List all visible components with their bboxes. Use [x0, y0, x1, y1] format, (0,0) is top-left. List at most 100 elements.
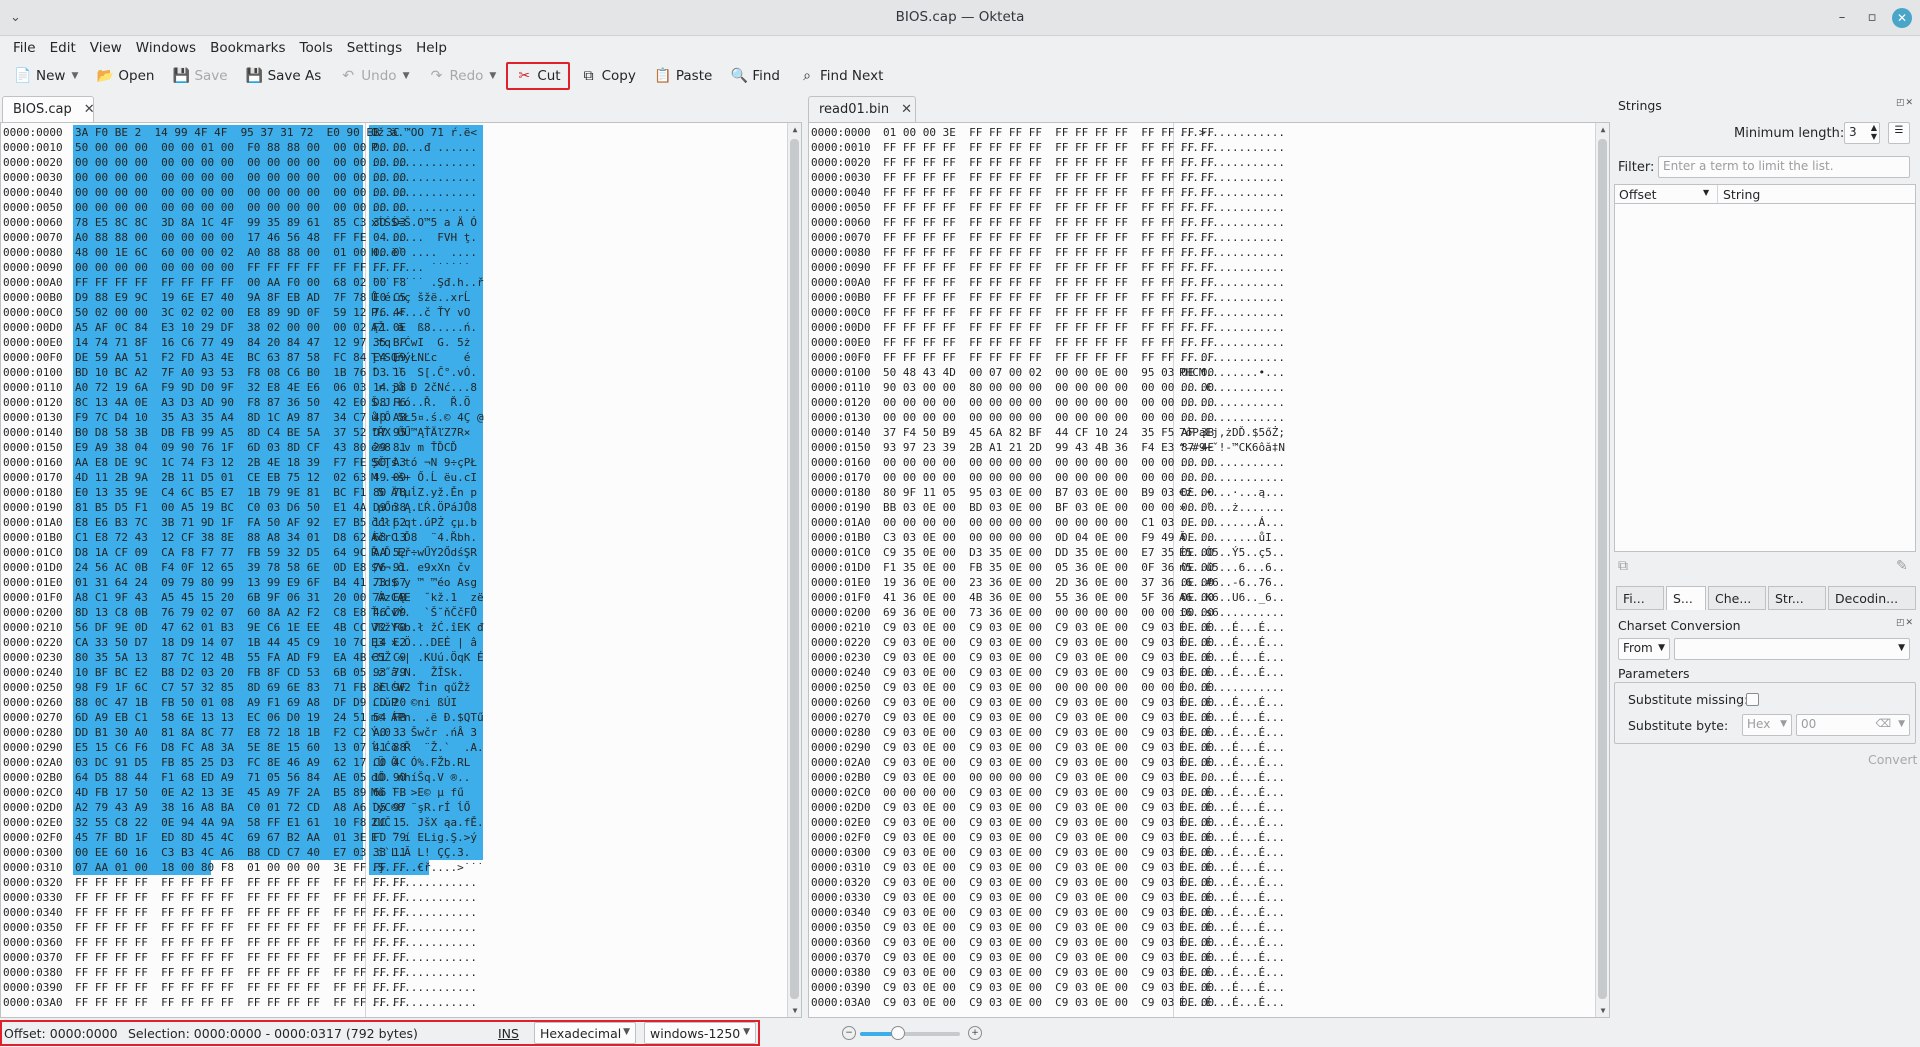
min-length-spinbox[interactable]: 3 ▲ ▼	[1844, 122, 1880, 144]
row-bytes[interactable]: 8C 13 4A 0E A3 D3 AD 90 F8 87 36 50 42 E…	[75, 395, 406, 410]
close-icon[interactable]: ✕	[1892, 8, 1912, 28]
row-bytes[interactable]: 81 B5 D5 F1 00 A5 19 BC C0 03 D6 50 E1 4…	[75, 500, 406, 515]
hex-row[interactable]: 0000:0170 4D 11 2B 9A 2B 11 D5 01 CE EB 7…	[1, 470, 791, 485]
hex-row[interactable]: 0000:0190 81 B5 D5 F1 00 A5 19 BC C0 03 D…	[1, 500, 791, 515]
row-bytes[interactable]: E9 A9 38 04 09 90 76 1F 6D 03 8D CF 43 8…	[75, 440, 406, 455]
hex-row[interactable]: 0000:0330 C9 03 0E 00 C9 03 0E 00 C9 03 0…	[809, 890, 1599, 905]
row-chars[interactable]: ˝ .˘ˇ S[.Č°.vÓ.	[371, 365, 477, 380]
row-chars[interactable]: ................	[371, 905, 477, 920]
row-chars[interactable]: ................	[1179, 215, 1285, 230]
row-bytes[interactable]: 00 00 00 00 00 00 00 00 00 00 00 00 00 0…	[75, 170, 406, 185]
convert-button[interactable]: Convert	[1868, 752, 1917, 767]
row-bytes[interactable]: FF FF FF FF FF FF FF FF FF FF FF FF FF F…	[75, 995, 406, 1010]
row-chars[interactable]: É...É...É...É...	[1179, 800, 1285, 815]
scroll-thumb[interactable]	[1598, 139, 1607, 999]
hex-row[interactable]: 0000:0340 FF FF FF FF FF FF FF FF FF FF F…	[1, 905, 791, 920]
hex-row[interactable]: 0000:01B0 C3 03 0E 00 00 00 00 00 0D 04 0…	[809, 530, 1599, 545]
row-chars[interactable]: ˘yC©8 ¨şR.rÍ ĺŐ	[371, 800, 470, 815]
hex-row[interactable]: 0000:0130 F9 7C D4 10 35 A3 35 A4 8D 1C A…	[1, 410, 791, 425]
row-chars[interactable]: ................	[1179, 320, 1285, 335]
row-bytes[interactable]: FF FF FF FF FF FF FF FF FF FF FF FF FF F…	[75, 905, 406, 920]
row-chars[interactable]: ............Á...	[1179, 515, 1285, 530]
row-bytes[interactable]: FF FF FF FF FF FF FF FF FF FF FF FF FF F…	[883, 170, 1214, 185]
hex-row[interactable]: 0000:0160 00 00 00 00 00 00 00 00 00 00 0…	[809, 455, 1599, 470]
hex-row[interactable]: 0000:02E0 C9 03 0E 00 C9 03 0E 00 C9 03 0…	[809, 815, 1599, 830]
string-column-header[interactable]: String	[1723, 187, 1760, 202]
hex-row[interactable]: 0000:00A0 FF FF FF FF FF FF FF FF FF FF F…	[809, 275, 1599, 290]
row-bytes[interactable]: 8D 13 C8 0B 76 79 02 07 60 8A A2 F2 C8 E…	[75, 605, 406, 620]
menu-view[interactable]: View	[83, 36, 129, 60]
row-chars[interactable]: é©8 .v m ŤĎCĎ	[371, 440, 470, 455]
row-chars[interactable]: Ů é.nç šžë..xrĹ	[371, 290, 470, 305]
row-chars[interactable]: °ŘX ŰŰ™ĄŤÄľZ7R×	[371, 425, 470, 440]
row-chars[interactable]: É...É...É...É...	[1179, 635, 1285, 650]
row-bytes[interactable]: C9 03 0E 00 C9 03 0E 00 C9 03 0E 00 C9 0…	[883, 650, 1214, 665]
row-bytes[interactable]: F1 35 0E 00 FB 35 0E 00 05 36 0E 00 0F 3…	[883, 560, 1214, 575]
row-bytes[interactable]: FF FF FF FF FF FF FF FF FF FF FF FF FF F…	[883, 335, 1214, 350]
row-bytes[interactable]: FF FF FF FF FF FF FF FF FF FF FF FF FF F…	[75, 935, 406, 950]
row-bytes[interactable]: C9 03 0E 00 C9 03 0E 00 C9 03 0E 00 C9 0…	[883, 695, 1214, 710]
hex-row[interactable]: 0000:0130 00 00 00 00 00 00 00 00 00 00 0…	[809, 410, 1599, 425]
row-bytes[interactable]: CA 33 50 D7 18 D9 14 07 1B 44 45 C9 10 7…	[75, 635, 406, 650]
row-bytes[interactable]: C9 03 0E 00 C9 03 0E 00 C9 03 0E 00 C9 0…	[883, 980, 1214, 995]
maximize-icon[interactable]: ▫	[1862, 8, 1882, 28]
row-bytes[interactable]: 00 00 00 00 00 00 00 00 00 00 00 00 00 0…	[75, 185, 406, 200]
row-chars[interactable]: ................	[371, 965, 477, 980]
row-chars[interactable]: É...É...É...É...	[1179, 845, 1285, 860]
row-bytes[interactable]: 00 00 00 00 00 00 00 00 00 00 00 00 C1 0…	[883, 515, 1214, 530]
row-chars[interactable]: M .+š+ Ő.Ĺ ëu.cI	[371, 470, 477, 485]
row-bytes[interactable]: 80 9F 11 05 95 03 0E 00 B7 03 0E 00 B9 0…	[883, 485, 1214, 500]
row-chars[interactable]: ....€...........	[1179, 380, 1285, 395]
zoom-slider[interactable]	[860, 1026, 960, 1040]
hex-row[interactable]: 0000:0030 FF FF FF FF FF FF FF FF FF FF F…	[809, 170, 1599, 185]
hex-row[interactable]: 0000:0360 C9 03 0E 00 C9 03 0E 00 C9 03 0…	[809, 935, 1599, 950]
row-bytes[interactable]: 14 74 71 8F 16 C6 77 49 84 20 84 47 12 9…	[75, 335, 406, 350]
tab-read01-bin[interactable]: read01.bin ✕	[808, 96, 916, 122]
row-bytes[interactable]: C9 03 0E 00 C9 03 0E 00 C9 03 0E 00 C9 0…	[883, 965, 1214, 980]
hex-row[interactable]: 0000:0280 C9 03 0E 00 C9 03 0E 00 C9 03 0…	[809, 725, 1599, 740]
hex-row[interactable]: 0000:0240 C9 03 0E 00 C9 03 0E 00 C9 03 0…	[809, 665, 1599, 680]
hex-row[interactable]: 0000:0110 A0 72 19 6A F9 9D D0 9F 32 E8 4…	[1, 380, 791, 395]
close-tab-icon[interactable]: ✕	[901, 102, 912, 117]
zoom-slider-handle[interactable]	[891, 1026, 905, 1040]
row-bytes[interactable]: 64 D5 88 44 F1 68 ED A9 71 05 56 84 AE 0…	[75, 770, 406, 785]
byte-format-select[interactable]: Hex ▼	[1742, 714, 1792, 736]
row-chars[interactable]: É...É...É...É...	[1179, 950, 1285, 965]
menu-help[interactable]: Help	[409, 36, 454, 60]
row-chars[interactable]: ................	[371, 185, 477, 200]
row-chars[interactable]: ................	[1179, 230, 1285, 245]
row-chars[interactable]: E˘ ˝ í ELig.Ş.>ý	[371, 830, 477, 845]
row-bytes[interactable]: 24 56 AC 0B F4 0F 12 65 39 78 58 6E 0D E…	[75, 560, 406, 575]
hex-row[interactable]: 0000:0140 37 F4 50 B9 45 6A 82 BF 44 CF 1…	[809, 425, 1599, 440]
row-chars[interactable]: ů|Ô 5Ł5¤.ś.© 4Ç @	[371, 410, 484, 425]
row-bytes[interactable]: C9 03 0E 00 00 00 00 00 C9 03 0E 00 C9 0…	[883, 770, 1214, 785]
hex-row[interactable]: 0000:0110 90 03 00 00 80 00 00 00 00 00 0…	[809, 380, 1599, 395]
row-bytes[interactable]: 93 97 23 39 2B A1 21 2D 99 43 4B 36 F4 E…	[883, 440, 1214, 455]
row-bytes[interactable]: 88 0C 47 1B FB 50 01 08 A9 F1 69 A8 DF D…	[75, 695, 406, 710]
row-bytes[interactable]: FF FF FF FF FF FF FF FF 00 AA F0 00 68 0…	[75, 275, 406, 290]
hex-row[interactable]: 0000:00E0 FF FF FF FF FF FF FF FF FF FF F…	[809, 335, 1599, 350]
row-bytes[interactable]: BD 10 BC A2 7F A0 93 53 F8 08 C6 B0 1B 7…	[75, 365, 406, 380]
zoom-out-icon[interactable]: −	[842, 1026, 856, 1040]
row-chars[interactable]: ................	[1179, 290, 1285, 305]
row-chars[interactable]: ................	[1179, 170, 1285, 185]
row-bytes[interactable]: FF FF FF FF FF FF FF FF FF FF FF FF FF F…	[883, 200, 1214, 215]
hex-row[interactable]: 0000:00A0 FF FF FF FF FF FF FF FF 00 AA F…	[1, 275, 791, 290]
row-chars[interactable]: ...>............	[1179, 125, 1285, 140]
row-bytes[interactable]: C9 03 0E 00 C9 03 0E 00 C9 03 0E 00 C9 0…	[883, 845, 1214, 860]
hex-row[interactable]: 0000:0090 FF FF FF FF FF FF FF FF FF FF F…	[809, 260, 1599, 275]
hex-row[interactable]: 0000:03A0 C9 03 0E 00 C9 03 0E 00 C9 03 0…	[809, 995, 1599, 1010]
row-chars[interactable]: ................	[1179, 335, 1285, 350]
hex-row[interactable]: 0000:00D0 FF FF FF FF FF FF FF FF FF FF F…	[809, 320, 1599, 335]
row-bytes[interactable]: 01 00 00 3E FF FF FF FF FF FF FF FF FF F…	[883, 125, 1214, 140]
hex-row[interactable]: 0000:0310 C9 03 0E 00 C9 03 0E 00 C9 03 0…	[809, 860, 1599, 875]
hex-row[interactable]: 0000:0210 C9 03 0E 00 C9 03 0E 00 C9 03 0…	[809, 620, 1599, 635]
row-chars[interactable]: 5 ÄlµĺZ.yž.Ěn p	[371, 485, 477, 500]
row-chars[interactable]: ................	[371, 920, 477, 935]
row-chars[interactable]: É...É...É...É...	[1179, 695, 1285, 710]
row-bytes[interactable]: C9 03 0E 00 C9 03 0E 00 C9 03 0E 00 C9 0…	[883, 950, 1214, 965]
hex-row[interactable]: 0000:0220 CA 33 50 D7 18 D9 14 07 1B 44 4…	[1, 635, 791, 650]
row-bytes[interactable]: FF FF FF FF FF FF FF FF FF FF FF FF FF F…	[883, 245, 1214, 260]
hex-row[interactable]: 0000:0310 07 AA 01 00 18 00 80 F8 01 00 0…	[1, 860, 791, 875]
row-bytes[interactable]: 98 F9 1F 6C C7 57 32 85 8D 69 6E 83 71 F…	[75, 680, 406, 695]
